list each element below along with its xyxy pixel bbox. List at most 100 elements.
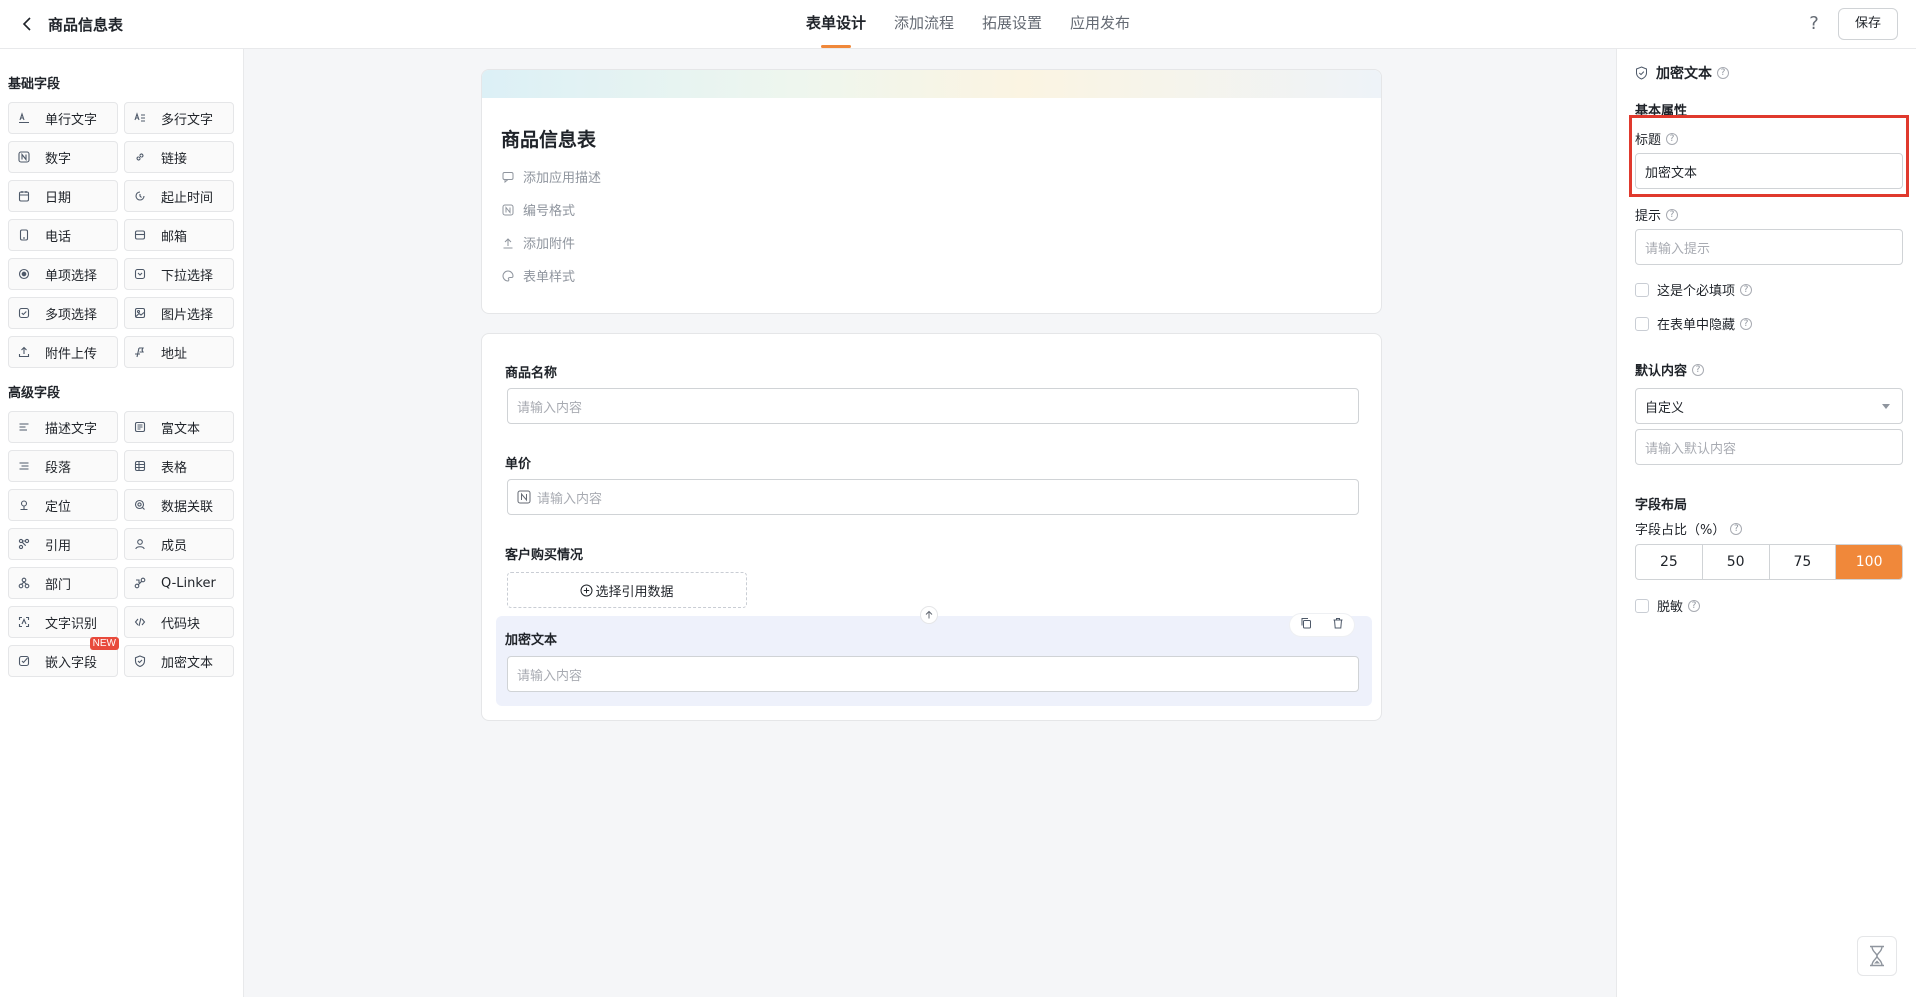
default-select-value: 自定义	[1645, 400, 1685, 416]
help-circle-icon[interactable]: ?	[1717, 67, 1729, 79]
palette-item-rich-text[interactable]: 富文本	[124, 411, 234, 443]
hidden-label: 在表单中隐藏	[1657, 318, 1736, 333]
palette-item-checkbox[interactable]: 多项选择	[8, 297, 118, 329]
help-circle-icon[interactable]: ?	[1692, 363, 1705, 376]
panel-heading: 加密文本 ?	[1635, 63, 1729, 83]
purchase-label: 客户购买情况	[505, 548, 584, 563]
palette-item-label: 下拉选择	[161, 268, 214, 284]
form-style-link[interactable]: 表单样式	[501, 266, 575, 285]
tab-form-design[interactable]: 表单设计	[804, 0, 868, 48]
delete-icon[interactable]	[1332, 617, 1344, 633]
tab-add-flow[interactable]: 添加流程	[892, 0, 956, 48]
palette-item-embed[interactable]: 嵌入字段 NEW	[8, 637, 119, 677]
selected-field-encrypted[interactable]: 加密文本 请输入内容	[496, 614, 1372, 706]
mask-checkbox[interactable]: 脱敏?	[1635, 596, 1701, 615]
default-content-input[interactable]: 请输入默认内容	[1635, 429, 1903, 465]
help-circle-icon[interactable]: ?	[1688, 599, 1701, 612]
palette-item-ocr[interactable]: 文字识别	[8, 606, 118, 638]
palette-item-code[interactable]: 代码块	[124, 606, 234, 638]
copy-icon[interactable]	[1300, 617, 1312, 633]
single-line-text-icon	[17, 111, 31, 125]
palette-item-data-link[interactable]: 数据关联	[124, 489, 234, 521]
advanced-fields-title: 高级字段	[8, 386, 61, 401]
header-banner	[482, 70, 1381, 98]
title-label-text: 标题	[1635, 133, 1662, 148]
new-badge: NEW	[89, 637, 119, 650]
palette-item-multi-line-text[interactable]: 多行文字	[124, 102, 234, 134]
ratio-label-text: 字段占比（%）	[1635, 523, 1726, 538]
palette-item-mail[interactable]: 邮箱	[124, 219, 234, 251]
required-checkbox[interactable]: 这是个必填项?	[1635, 280, 1753, 299]
mail-icon	[133, 228, 147, 242]
palette-item-reference[interactable]: 引用	[8, 528, 118, 560]
hint-input[interactable]: 请输入提示	[1635, 229, 1903, 265]
palette-item-label: 起止时间	[161, 190, 214, 206]
form-canvas: 商品信息表 添加应用描述 编号格式 添加附件 表单样式 商品名称 请输入内容 单…	[245, 49, 1615, 997]
palette-item-table[interactable]: 表格	[124, 450, 234, 482]
unit-price-input[interactable]: 请输入内容	[507, 479, 1359, 515]
ratio-label: 字段占比（%）?	[1635, 519, 1743, 538]
checkbox-box[interactable]	[1635, 316, 1649, 331]
palette-item-paragraph[interactable]: 段落	[8, 450, 118, 482]
ratio-option-75[interactable]: 75	[1770, 545, 1837, 579]
palette-item-department[interactable]: 部门	[8, 567, 118, 599]
time-range-icon	[133, 189, 147, 203]
help-circle-icon[interactable]: ?	[1740, 317, 1753, 330]
title-input-value: 加密文本	[1645, 165, 1698, 181]
help-circle-icon[interactable]: ?	[1666, 208, 1679, 221]
attachment-icon	[501, 236, 515, 250]
basic-fields-title: 基础字段	[8, 77, 61, 92]
palette-item-phone[interactable]: 电话	[8, 219, 118, 251]
palette-item-member[interactable]: 成员	[124, 528, 234, 560]
form-style-label: 表单样式	[523, 270, 576, 285]
select-reference-button[interactable]: 选择引用数据	[507, 572, 747, 608]
palette-item-label: 部门	[45, 577, 72, 593]
help-icon[interactable]: ?	[1802, 12, 1826, 36]
ratio-option-25[interactable]: 25	[1636, 545, 1703, 579]
move-up-icon[interactable]	[920, 606, 938, 624]
palette-item-label: 描述文字	[45, 421, 98, 437]
title-input[interactable]: 加密文本	[1635, 153, 1903, 189]
palette-item-description[interactable]: 描述文字	[8, 411, 118, 443]
save-button[interactable]: 保存	[1838, 8, 1898, 40]
default-content-select[interactable]: 自定义	[1635, 388, 1903, 424]
help-circle-icon[interactable]: ?	[1730, 522, 1743, 535]
hourglass-icon[interactable]	[1857, 936, 1897, 976]
code-icon	[133, 615, 147, 629]
palette-item-radio[interactable]: 单项选择	[8, 258, 118, 290]
palette-item-label: 定位	[45, 499, 72, 515]
paragraph-icon	[17, 459, 31, 473]
table-icon	[133, 459, 147, 473]
palette-item-shield[interactable]: 加密文本	[124, 645, 234, 677]
help-circle-icon[interactable]: ?	[1666, 132, 1679, 145]
palette-item-number[interactable]: 数字	[8, 141, 118, 173]
palette-item-calendar[interactable]: 日期	[8, 180, 118, 212]
multi-line-text-icon	[133, 111, 147, 125]
number-format-link[interactable]: 编号格式	[501, 200, 575, 219]
palette-item-link[interactable]: 链接	[124, 141, 234, 173]
tab-extend-settings[interactable]: 拓展设置	[980, 0, 1044, 48]
add-attachment-link[interactable]: 添加附件	[501, 233, 575, 252]
chevron-down-icon	[1882, 404, 1890, 409]
product-name-input[interactable]: 请输入内容	[507, 388, 1359, 424]
palette-item-single-line-text[interactable]: 单行文字	[8, 102, 118, 134]
palette-item-dropdown[interactable]: 下拉选择	[124, 258, 234, 290]
add-description-link[interactable]: 添加应用描述	[501, 167, 601, 186]
property-panel: 加密文本 ? 基本属性 标题? 加密文本 提示? 请输入提示 这是个必填项? 在…	[1616, 49, 1916, 997]
palette-item-time-range[interactable]: 起止时间	[124, 180, 234, 212]
encrypted-input[interactable]: 请输入内容	[507, 656, 1359, 692]
palette-item-upload[interactable]: 附件上传	[8, 336, 118, 368]
palette-item-address[interactable]: 地址	[124, 336, 234, 368]
palette-item-image[interactable]: 图片选择	[124, 297, 234, 329]
ratio-option-100[interactable]: 100	[1836, 545, 1902, 579]
comment-icon	[501, 170, 515, 184]
checkbox-box[interactable]	[1635, 282, 1649, 297]
tab-publish[interactable]: 应用发布	[1068, 0, 1132, 48]
palette-item-location[interactable]: 定位	[8, 489, 118, 521]
hidden-checkbox[interactable]: 在表单中隐藏?	[1635, 314, 1753, 333]
help-circle-icon[interactable]: ?	[1740, 283, 1753, 296]
palette-item-q-linker[interactable]: Q-Linker	[124, 567, 234, 599]
ratio-option-50[interactable]: 50	[1703, 545, 1770, 579]
checkbox-box[interactable]	[1635, 598, 1649, 613]
form-title[interactable]: 商品信息表	[501, 125, 596, 152]
